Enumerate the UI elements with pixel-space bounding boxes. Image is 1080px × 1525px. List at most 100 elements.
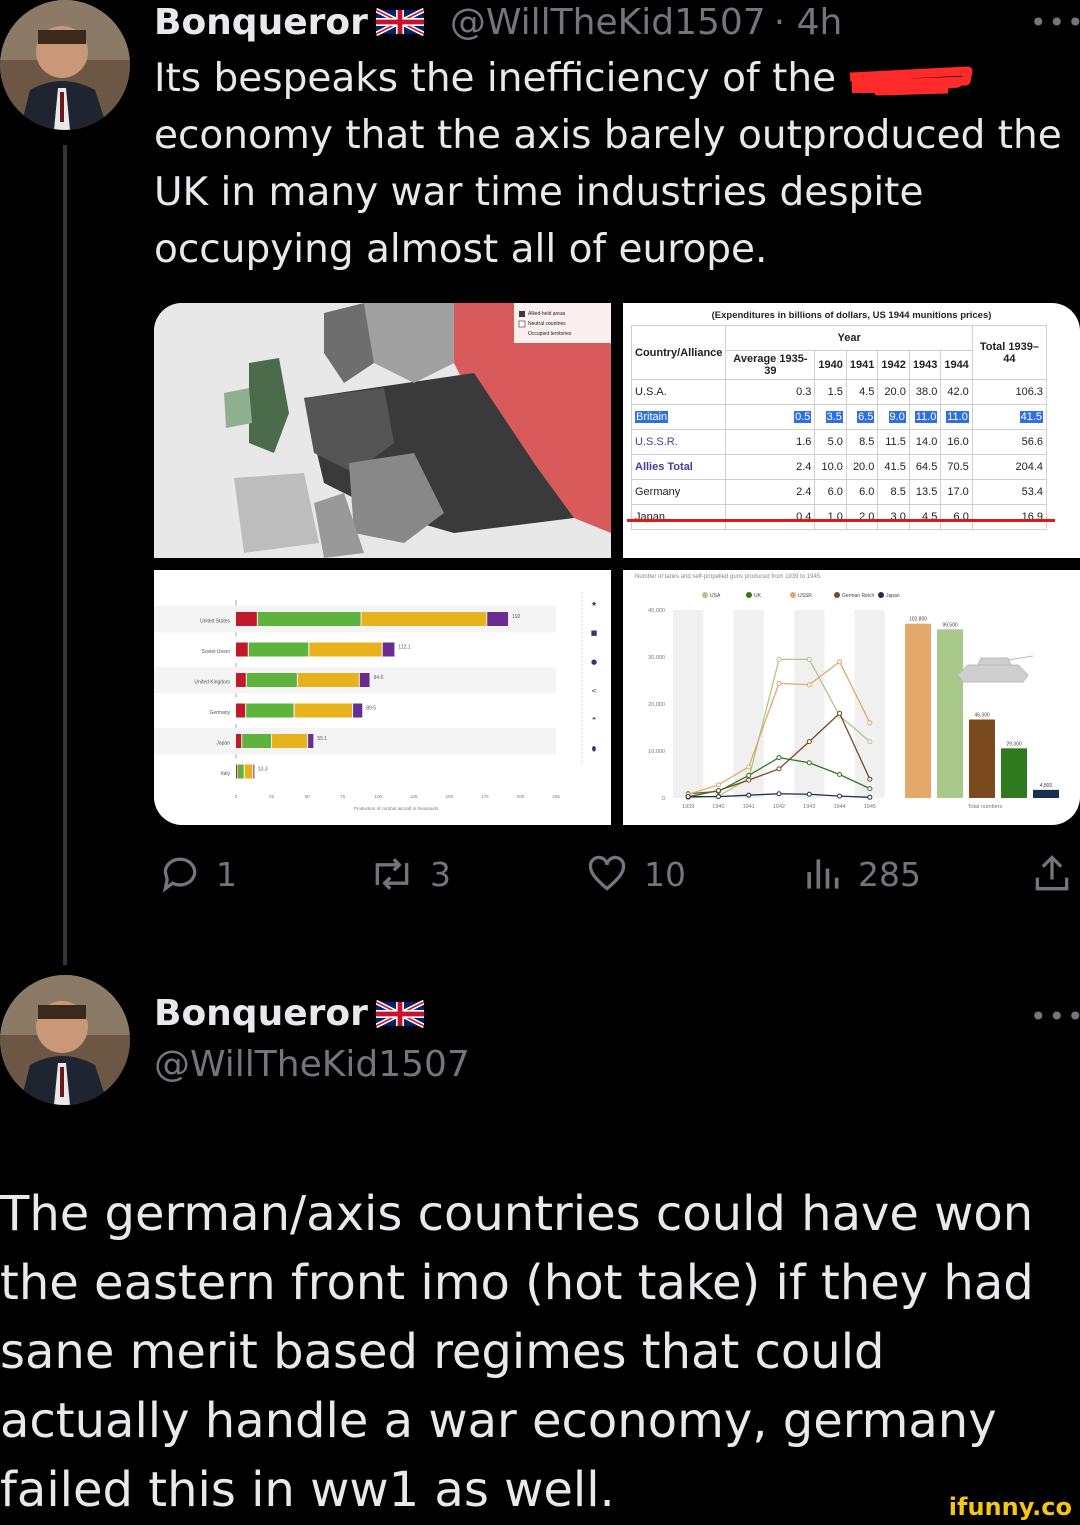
series-point (685, 794, 691, 800)
col-header: 1944 (940, 350, 973, 380)
more-options-button[interactable]: ••• (1030, 6, 1080, 39)
aircraft-bar-chart: United States 192 Soviet Union 112.1 United … (154, 592, 598, 811)
display-name[interactable]: Bonqueror (154, 993, 368, 1034)
more-options-button[interactable]: ••• (1030, 1000, 1080, 1033)
value-cell: 9.0 (888, 411, 906, 423)
ifunny-watermark: ifunny.co (948, 1493, 1072, 1521)
value-cell: 56.6 (1021, 436, 1043, 448)
bar-total-label: 112.1 (398, 645, 410, 651)
country-label: Soviet Union (202, 649, 231, 655)
value-cell: 64.5 (915, 461, 938, 473)
series-point (746, 777, 752, 783)
series-point (715, 794, 721, 800)
value-cell: 5.0 (827, 436, 843, 448)
series-point (867, 720, 873, 726)
europe-map[interactable]: Allied-held areas Neutral countries Occu… (154, 303, 611, 558)
series-point (806, 760, 812, 766)
bar-segment (236, 764, 237, 779)
map-legend-item: Occupied territories (528, 331, 572, 337)
map-legend-item: Allied-held areas (528, 311, 566, 317)
bar-segment (246, 703, 294, 718)
x-tick-label: 150 (446, 794, 454, 799)
handle[interactable]: @WillTheKid1507 (450, 2, 766, 43)
media-grid[interactable]: Allied-held areas Neutral countries Occu… (154, 303, 1080, 825)
value-cell: 8.5 (859, 436, 875, 448)
retweet-icon (375, 858, 409, 890)
total-bar-label: 46,300 (974, 713, 990, 719)
total-bar-label: 29,300 (1006, 741, 1022, 747)
map-legend-item: Neutral countries (528, 321, 566, 327)
uk-flag-icon (375, 999, 424, 1028)
series-line (688, 756, 871, 795)
bar-segment (237, 764, 244, 779)
views-button[interactable]: 285 (800, 852, 921, 896)
toolbar-icon[interactable]: ★ (591, 600, 597, 608)
tweet-header: Bonqueror @WillTheKid1507 · 4h (154, 0, 842, 44)
legend-label: Japan (886, 593, 900, 599)
share-button[interactable] (1030, 852, 1074, 896)
series-point (867, 739, 873, 745)
bar-total-label: 89.5 (366, 706, 376, 712)
total-bar-label: 4,800 (1040, 783, 1053, 789)
toolbar-icon[interactable]: ● (591, 658, 597, 666)
table-caption: (Expenditures in billions of dollars, US… (711, 310, 992, 321)
toolbar-icon[interactable]: ⬮ (592, 745, 597, 753)
col-header: 1940 (814, 350, 847, 380)
retweet-button[interactable]: 3 (368, 852, 451, 896)
bar-segment (309, 642, 382, 657)
like-button[interactable]: 10 (584, 852, 686, 896)
country-label: Japan (216, 740, 230, 746)
handle[interactable]: @WillTheKid1507 (154, 1044, 470, 1085)
total-bar (937, 629, 963, 798)
thread-line (63, 145, 67, 965)
timestamp[interactable]: · 4h (774, 2, 843, 43)
country-cell: Germany (635, 486, 681, 498)
col-header: Country/Alliance (630, 325, 727, 380)
x-tick-label: 200 (517, 794, 525, 799)
avatar[interactable] (0, 975, 130, 1105)
series-point (837, 793, 843, 799)
tweet-text-end: economy that the axis barely outproduced… (154, 113, 1062, 272)
tanks-chart[interactable]: Number of tanks and self-propelled guns … (623, 570, 1080, 825)
toolbar-icon[interactable]: < (591, 687, 597, 695)
tweet-text-start: Its bespeaks the inefficiency of the (154, 56, 849, 101)
value-cell: 106.3 (1015, 386, 1043, 398)
bar-segment (294, 703, 353, 718)
bar-segment (236, 703, 246, 718)
toolbar-icon[interactable]: ❝ (592, 716, 596, 724)
toolbar-icon[interactable]: ■ (591, 629, 598, 637)
map-legend: Allied-held areas Neutral countries Occu… (528, 309, 571, 339)
avatar[interactable] (0, 0, 130, 130)
band (673, 610, 704, 798)
col-header: 1943 (908, 350, 942, 380)
legend-swatch (834, 592, 840, 598)
legend-swatch (702, 592, 708, 598)
table-row: Germany 2.4 6.0 6.0 8.5 13.5 17.0 53.4 (630, 479, 1048, 505)
country-cell: Britain (635, 411, 669, 423)
series-point (746, 764, 752, 770)
value-cell: 8.5 (890, 486, 906, 498)
like-count: 10 (644, 854, 686, 894)
chart-title: Number of tanks and self-propelled guns … (635, 574, 821, 580)
tanks-line-chart: Number of tanks and self-propelled guns … (635, 574, 1059, 810)
bar-segment (242, 734, 272, 748)
year-header: Year (725, 325, 973, 351)
country-cell: Allies Total (635, 461, 693, 473)
reply-button[interactable]: 1 (158, 852, 237, 896)
value-cell: 0.3 (796, 386, 812, 398)
col-header: Average 1935-39 (725, 350, 816, 380)
series-point (837, 772, 843, 777)
x-tick-label: 1942 (773, 804, 785, 810)
x-tick-label: 1941 (743, 804, 755, 810)
value-cell: 11.0 (914, 411, 938, 423)
aircraft-chart[interactable]: United States 192 Soviet Union 112.1 United … (154, 570, 611, 825)
value-cell: 20.0 (852, 461, 875, 473)
munitions-table-image[interactable]: (Expenditures in billions of dollars, US… (623, 303, 1080, 558)
series-point (776, 680, 782, 686)
tweet-text: Its bespeaks the inefficiency of the eco… (154, 50, 1074, 278)
x-tick-label: 125 (410, 794, 418, 799)
x-tick-label: 1940 (712, 804, 724, 810)
display-name[interactable]: Bonqueror (154, 2, 368, 43)
value-cell: 70.5 (947, 461, 969, 473)
table-row: Japan 0.4 1.0 2.0 3.0 4.5 6.0 16.9 (630, 504, 1048, 530)
